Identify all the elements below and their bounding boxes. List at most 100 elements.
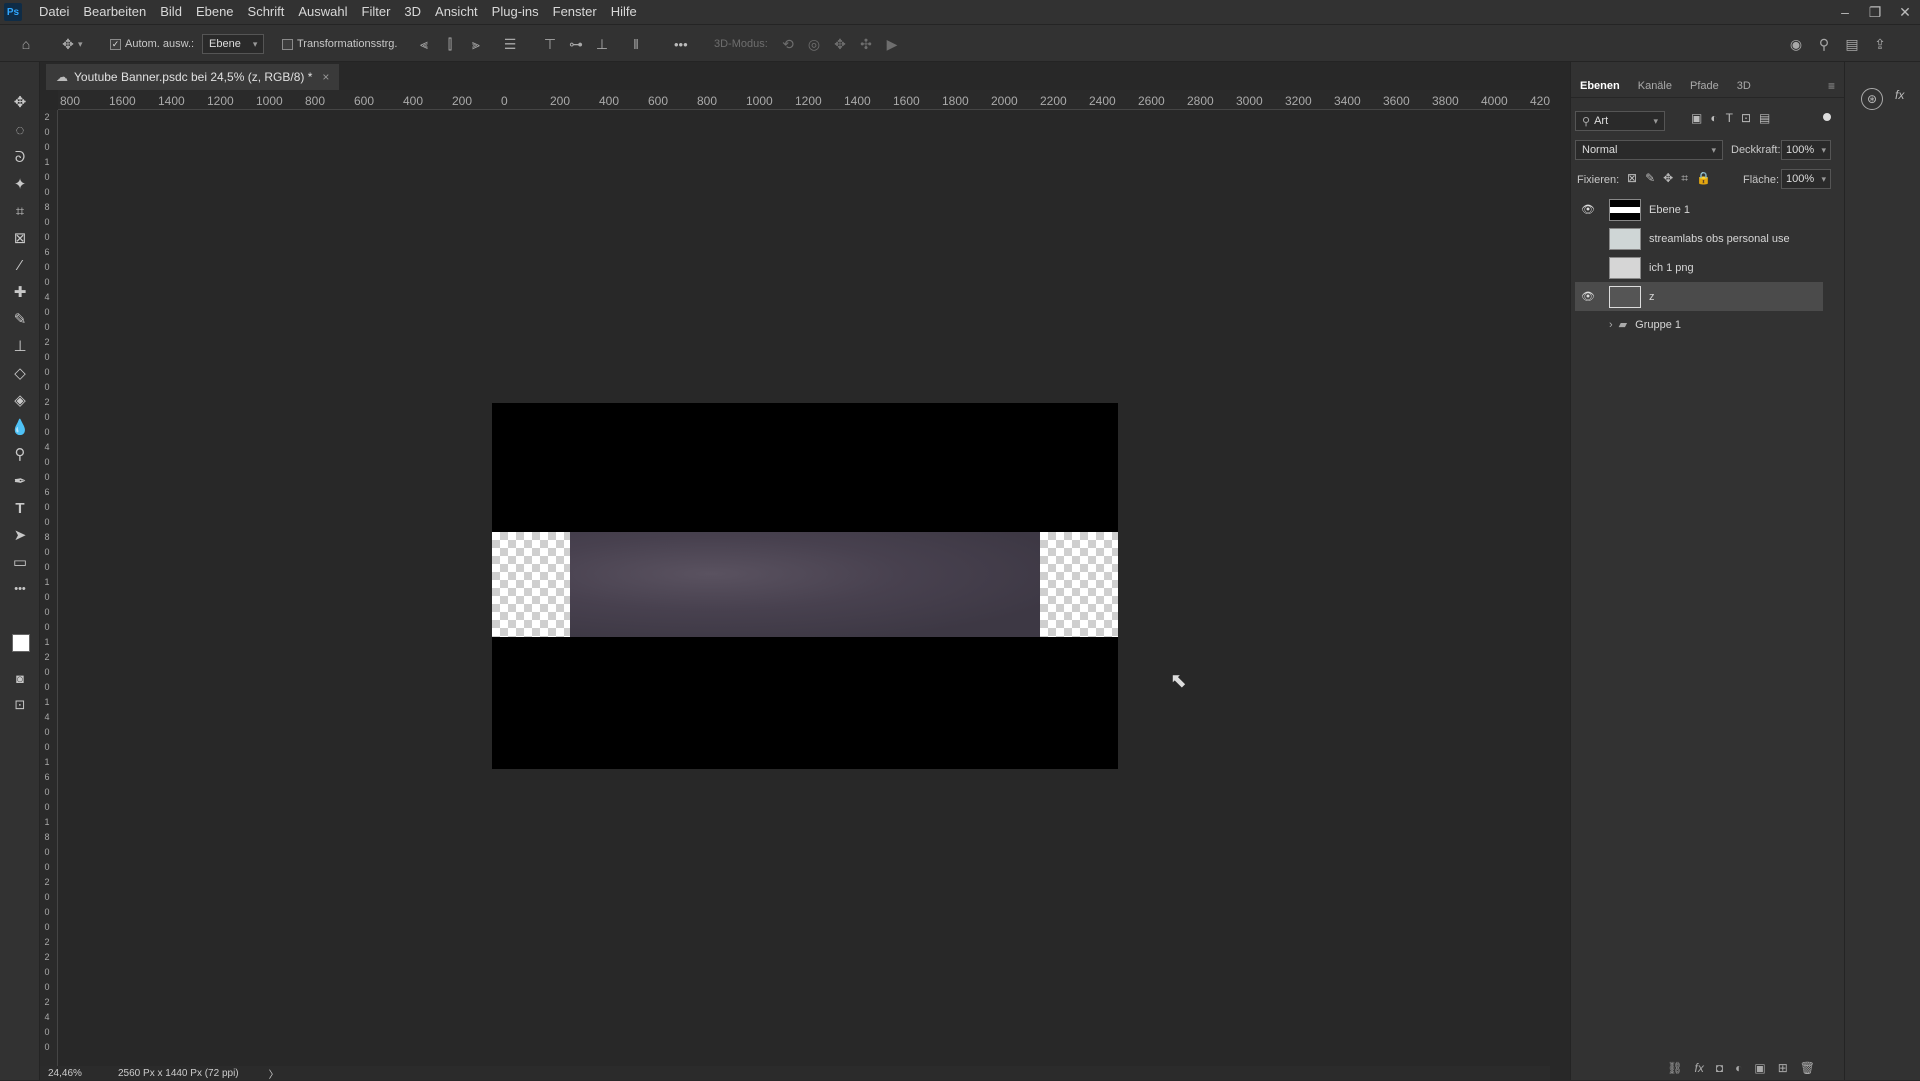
layer-row[interactable]: streamlabs obs personal use [1575, 224, 1823, 253]
menu-bearbeiten[interactable]: Bearbeiten [76, 0, 153, 24]
filter-shape-icon[interactable]: ⊡ [1741, 111, 1751, 125]
align-bottom-icon[interactable]: ⊥ [592, 34, 612, 54]
transform-controls-checkbox[interactable] [282, 38, 293, 50]
blur-tool-icon[interactable]: 💧 [8, 415, 32, 439]
styles-panel-icon[interactable]: fx [1895, 88, 1904, 102]
menu-fenster[interactable]: Fenster [546, 0, 604, 24]
magic-wand-tool-icon[interactable]: ✦ [8, 172, 32, 196]
lock-pixels-icon[interactable]: ✎ [1645, 171, 1655, 186]
align-middle-icon[interactable]: ⊶ [566, 34, 586, 54]
more-options-icon[interactable]: ••• [674, 37, 688, 52]
blend-mode-dropdown[interactable]: Normal ▾ [1575, 140, 1723, 160]
filter-adjustment-icon[interactable]: ◐ [1710, 111, 1717, 125]
menu-3d[interactable]: 3D [397, 0, 428, 24]
delete-layer-icon[interactable]: 🗑 [1800, 1061, 1815, 1075]
layer-filter-dropdown[interactable]: ⚲ Art ▾ [1575, 111, 1665, 131]
menu-filter[interactable]: Filter [355, 0, 398, 24]
lasso-tool-icon[interactable]: ᘐ [8, 145, 32, 169]
align-top-icon[interactable]: ⊤ [540, 34, 560, 54]
adjustment-layer-icon[interactable]: ◐ [1735, 1061, 1742, 1075]
lock-all-icon[interactable]: 🔒 [1696, 171, 1711, 186]
restore-button[interactable]: ❐ [1860, 0, 1890, 24]
fx-icon[interactable]: fx [1695, 1061, 1704, 1075]
chevron-right-icon[interactable]: › [1609, 319, 1613, 331]
canvas-area[interactable] [58, 110, 1550, 1066]
marquee-tool-icon[interactable]: ◌ [8, 118, 32, 142]
layer-row[interactable]: ich 1 png [1575, 253, 1823, 282]
close-button[interactable]: ✕ [1890, 0, 1920, 24]
path-selection-tool-icon[interactable]: ➤ [8, 523, 32, 547]
lock-artboard-icon[interactable]: ⌗ [1681, 171, 1688, 186]
3d-pan-icon[interactable]: ✥ [830, 34, 850, 54]
document-canvas[interactable] [492, 403, 1118, 769]
fill-field[interactable]: 100% ▾ [1781, 169, 1831, 189]
brush-tool-icon[interactable]: ✎ [8, 307, 32, 331]
quick-mask-icon[interactable]: ◙ [8, 666, 32, 690]
tab-3d[interactable]: 3D [1728, 74, 1760, 98]
opacity-field[interactable]: 100% ▾ [1781, 140, 1831, 160]
distribute-vertical-icon[interactable]: ‖ [626, 34, 646, 54]
menu-auswahl[interactable]: Auswahl [291, 0, 354, 24]
menu-hilfe[interactable]: Hilfe [604, 0, 644, 24]
edit-toolbar-icon[interactable]: ••• [8, 577, 32, 601]
new-group-icon[interactable]: ▣ [1754, 1061, 1765, 1075]
close-tab-icon[interactable]: × [322, 70, 329, 84]
auto-select-checkbox[interactable]: ✓ [110, 38, 121, 50]
document-tab[interactable]: ☁ Youtube Banner.psdc bei 24,5% (z, RGB/… [46, 64, 340, 90]
distribute-icon[interactable]: ☰ [500, 34, 520, 54]
visibility-eye-icon[interactable]: 👁 [1579, 203, 1597, 216]
add-mask-icon[interactable]: ◘ [1716, 1061, 1723, 1075]
home-icon[interactable]: ⌂ [16, 34, 36, 54]
visibility-eye-icon[interactable]: 👁 [1579, 290, 1597, 303]
auto-select-target-dropdown[interactable]: Ebene ▾ [202, 34, 265, 54]
filter-smartobject-icon[interactable]: ▤ [1759, 111, 1770, 125]
menu-datei[interactable]: Datei [32, 0, 76, 24]
foreground-color-swatch[interactable] [12, 634, 30, 652]
filter-toggle[interactable] [1823, 113, 1831, 121]
zoom-level[interactable]: 24,46% [48, 1068, 104, 1079]
rectangle-tool-icon[interactable]: ▭ [8, 550, 32, 574]
layer-group-row[interactable]: › ▰ Gruppe 1 [1575, 310, 1823, 339]
filter-pixel-icon[interactable]: ▣ [1691, 111, 1702, 125]
menu-plugins[interactable]: Plug-ins [485, 0, 546, 24]
search-icon[interactable]: ⚲ [1814, 34, 1834, 54]
new-layer-icon[interactable]: ⊞ [1778, 1061, 1788, 1075]
type-tool-icon[interactable]: T [8, 496, 32, 520]
properties-panel-icon[interactable]: ⊛ [1861, 88, 1883, 110]
3d-slide-icon[interactable]: ✣ [856, 34, 876, 54]
3d-roll-icon[interactable]: ◎ [804, 34, 824, 54]
eyedropper-tool-icon[interactable]: ⁄ [8, 253, 32, 277]
align-left-icon[interactable]: ⫷ [414, 34, 434, 54]
menu-bild[interactable]: Bild [153, 0, 189, 24]
tab-ebenen[interactable]: Ebenen [1571, 74, 1629, 98]
align-center-icon[interactable]: ⫿ [440, 34, 460, 54]
menu-ebene[interactable]: Ebene [189, 0, 241, 24]
frame-tool-icon[interactable]: ⊠ [8, 226, 32, 250]
move-tool-preset-icon[interactable]: ✥ [58, 34, 78, 54]
clone-stamp-tool-icon[interactable]: ⊥ [8, 334, 32, 358]
layer-row-selected[interactable]: 👁 z [1575, 282, 1823, 311]
lock-position-icon[interactable]: ✥ [1663, 171, 1673, 186]
filter-type-icon[interactable]: T [1726, 111, 1733, 125]
link-layers-icon[interactable]: ⛓ [1667, 1061, 1682, 1075]
minimize-button[interactable]: – [1830, 0, 1860, 24]
share-icon[interactable]: ⇪ [1870, 34, 1890, 54]
learn-icon[interactable]: ◉ [1786, 34, 1806, 54]
menu-ansicht[interactable]: Ansicht [428, 0, 485, 24]
workspace-icon[interactable]: ▤ [1842, 34, 1862, 54]
screen-mode-icon[interactable]: ⊡ [8, 693, 32, 717]
move-tool-icon[interactable]: ✥ [8, 90, 32, 114]
dodge-tool-icon[interactable]: ⚲ [8, 442, 32, 466]
tab-kanaele[interactable]: Kanäle [1629, 74, 1681, 98]
panel-menu-icon[interactable]: ≡ [1828, 79, 1835, 93]
3d-orbit-icon[interactable]: ⟲ [778, 34, 798, 54]
healing-brush-tool-icon[interactable]: ✚ [8, 280, 32, 304]
layer-row[interactable]: 👁 Ebene 1 [1575, 195, 1823, 224]
tab-pfade[interactable]: Pfade [1681, 74, 1728, 98]
3d-camera-icon[interactable]: ▶ [882, 34, 902, 54]
align-right-icon[interactable]: ⫸ [466, 34, 486, 54]
menu-schrift[interactable]: Schrift [241, 0, 292, 24]
pen-tool-icon[interactable]: ✒ [8, 469, 32, 493]
crop-tool-icon[interactable]: ⌗ [8, 199, 32, 223]
status-arrow-icon[interactable]: 〉 [269, 1066, 279, 1081]
